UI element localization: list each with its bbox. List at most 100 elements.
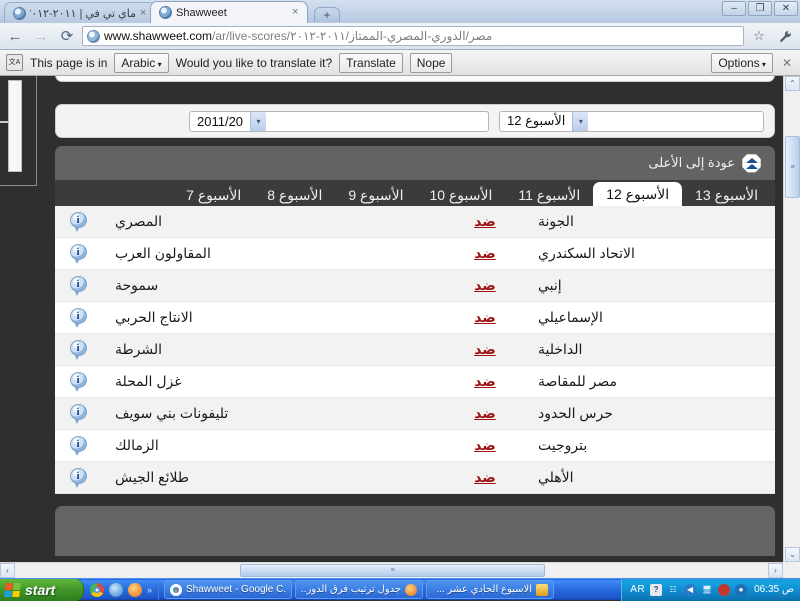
minimize-button[interactable]: – [722, 1, 746, 16]
shield-icon[interactable] [718, 584, 730, 596]
info-icon[interactable]: i [70, 436, 87, 456]
info-icon[interactable]: i [70, 308, 87, 328]
away-team-name[interactable]: تليفونات بني سويف [101, 405, 450, 422]
scroll-right-icon[interactable]: › [768, 563, 783, 578]
taskbar-button-2[interactable]: الاسبوع الحادي عشر ... [426, 580, 554, 599]
table-row[interactable]: الداخليةضدالشرطة i [55, 334, 775, 366]
home-team-name[interactable]: الإسماعيلي [520, 309, 775, 326]
versus-label[interactable]: ضد [450, 469, 520, 486]
week-tab-3[interactable]: الأسبوع 10 [416, 184, 505, 206]
versus-label[interactable]: ضد [450, 437, 520, 454]
week-tab-2[interactable]: الأسبوع 11 [505, 184, 593, 206]
table-row[interactable]: مصر للمقاصةضدغزل المحلةi [55, 366, 775, 398]
away-team-name[interactable]: الزمالك [101, 437, 450, 454]
week-tab-4[interactable]: الأسبوع 9 [335, 184, 416, 206]
match-info-cell[interactable]: i [55, 308, 101, 328]
info-icon[interactable]: i [70, 340, 87, 360]
table-row[interactable]: الأهليضدطلائع الجيشi [55, 462, 775, 494]
info-icon[interactable]: i [70, 404, 87, 424]
away-team-name[interactable]: الانتاج الحربي [101, 309, 450, 326]
versus-label[interactable]: ضد [450, 405, 520, 422]
away-team-name[interactable]: غزل المحلة [101, 373, 450, 390]
firefox-icon[interactable] [128, 583, 142, 597]
options-button[interactable]: Options [711, 53, 773, 73]
connection-icon[interactable]: 🖥 [701, 584, 713, 596]
away-team-name[interactable]: سموحة [101, 277, 450, 294]
vertical-scroll-thumb[interactable]: ≡ [785, 136, 800, 198]
scroll-up-icon[interactable]: ⌃ [785, 76, 800, 91]
info-icon[interactable]: i [70, 468, 87, 488]
close-icon[interactable]: × [292, 7, 301, 18]
info-icon[interactable]: i [70, 244, 87, 264]
match-info-cell[interactable]: i [55, 212, 101, 232]
home-team-name[interactable]: مصر للمقاصة [520, 373, 775, 390]
versus-label[interactable]: ضد [450, 213, 520, 230]
taskbar-button-0[interactable]: Shawweet - Google C... [164, 580, 292, 599]
scroll-left-icon[interactable]: ‹ [0, 563, 15, 578]
table-row[interactable]: إنبيضدسموحة i [55, 270, 775, 302]
match-info-cell[interactable]: i [55, 436, 101, 456]
info-icon[interactable]: i [70, 212, 87, 232]
forward-icon[interactable]: → [30, 25, 52, 47]
away-team-name[interactable]: المقاولون العرب [101, 245, 450, 262]
versus-label[interactable]: ضد [450, 277, 520, 294]
address-bar[interactable]: www.shawweet.com/ar/live-scores/مصر/الدو… [82, 26, 744, 46]
chrome-icon[interactable] [90, 583, 104, 597]
back-to-top-bar[interactable]: عودة إلى الأعلى [55, 146, 775, 180]
week-select[interactable]: الأسبوع 12 ▾ [499, 111, 764, 132]
match-info-cell[interactable]: i [55, 468, 101, 488]
versus-label[interactable]: ضد [450, 309, 520, 326]
volume-icon[interactable]: ◀ [684, 584, 696, 596]
horizontal-scroll-thumb[interactable]: ≡ [240, 564, 545, 577]
versus-label[interactable]: ضد [450, 341, 520, 358]
new-tab-button[interactable]: + [314, 7, 340, 22]
table-row[interactable]: بتروجيتضدالزمالك i [55, 430, 775, 462]
week-tab-5[interactable]: الأسبوع 8 [254, 184, 335, 206]
close-icon[interactable]: × [140, 8, 149, 19]
match-info-cell[interactable]: i [55, 276, 101, 296]
help-icon[interactable]: ? [650, 584, 662, 596]
home-team-name[interactable]: الداخلية [520, 341, 775, 358]
language-dropdown[interactable]: Arabic [114, 53, 168, 73]
start-button[interactable]: start [0, 579, 84, 601]
home-team-name[interactable]: الأهلي [520, 469, 775, 486]
versus-label[interactable]: ضد [450, 373, 520, 390]
horizontal-scrollbar[interactable]: ‹ ≡ › [0, 562, 783, 578]
table-row[interactable]: الاتحاد السكندريضدالمقاولون العرب i [55, 238, 775, 270]
table-row[interactable]: الإسماعيليضدالانتاج الحربي i [55, 302, 775, 334]
table-row[interactable]: حرس الحدودضدتليفونات بني سويف i [55, 398, 775, 430]
home-team-name[interactable]: الجونة [520, 213, 775, 230]
versus-label[interactable]: ضد [450, 245, 520, 262]
home-team-name[interactable]: إنبي [520, 277, 775, 294]
week-tab-1[interactable]: الأسبوع 12 [593, 182, 682, 206]
taskbar-clock[interactable]: 06:35 ص [754, 584, 794, 595]
info-icon[interactable]: i [70, 276, 87, 296]
away-team-name[interactable]: المصري [101, 213, 450, 230]
match-info-cell[interactable]: i [55, 372, 101, 392]
wrench-menu-icon[interactable] [774, 25, 796, 47]
bookmark-star-icon[interactable]: ☆ [748, 25, 770, 47]
nope-button[interactable]: Nope [410, 53, 453, 73]
restore-button[interactable]: ❐ [748, 1, 772, 16]
translate-button[interactable]: Translate [339, 53, 403, 73]
close-window-button[interactable]: ✕ [774, 1, 798, 16]
page-info-icon[interactable] [87, 30, 100, 43]
week-tab-0[interactable]: الأسبوع 13 [682, 184, 771, 206]
scroll-down-icon[interactable]: ⌄ [785, 547, 800, 562]
match-info-cell[interactable]: i [55, 404, 101, 424]
vertical-scrollbar[interactable]: ⌃ ≡ ⌄ [783, 76, 800, 562]
home-team-name[interactable]: بتروجيت [520, 437, 775, 454]
home-team-name[interactable]: حرس الحدود [520, 405, 775, 422]
back-icon[interactable]: ← [4, 25, 26, 47]
chevron-down-icon[interactable]: ▾ [250, 112, 266, 131]
week-tab-6[interactable]: الأسبوع 7 [173, 184, 254, 206]
chevron-down-icon[interactable]: ▾ [572, 112, 588, 131]
quick-launch-overflow-icon[interactable]: » [147, 585, 152, 595]
internet-explorer-icon[interactable] [109, 583, 123, 597]
close-infobar-icon[interactable]: ✕ [780, 56, 794, 70]
away-team-name[interactable]: الشرطة [101, 341, 450, 358]
table-row[interactable]: الجونةضدالمصري i [55, 206, 775, 238]
security-icon[interactable]: ● [735, 584, 747, 596]
season-select[interactable]: 2011/20 ▾ [189, 111, 489, 132]
home-team-name[interactable]: الاتحاد السكندري [520, 245, 775, 262]
